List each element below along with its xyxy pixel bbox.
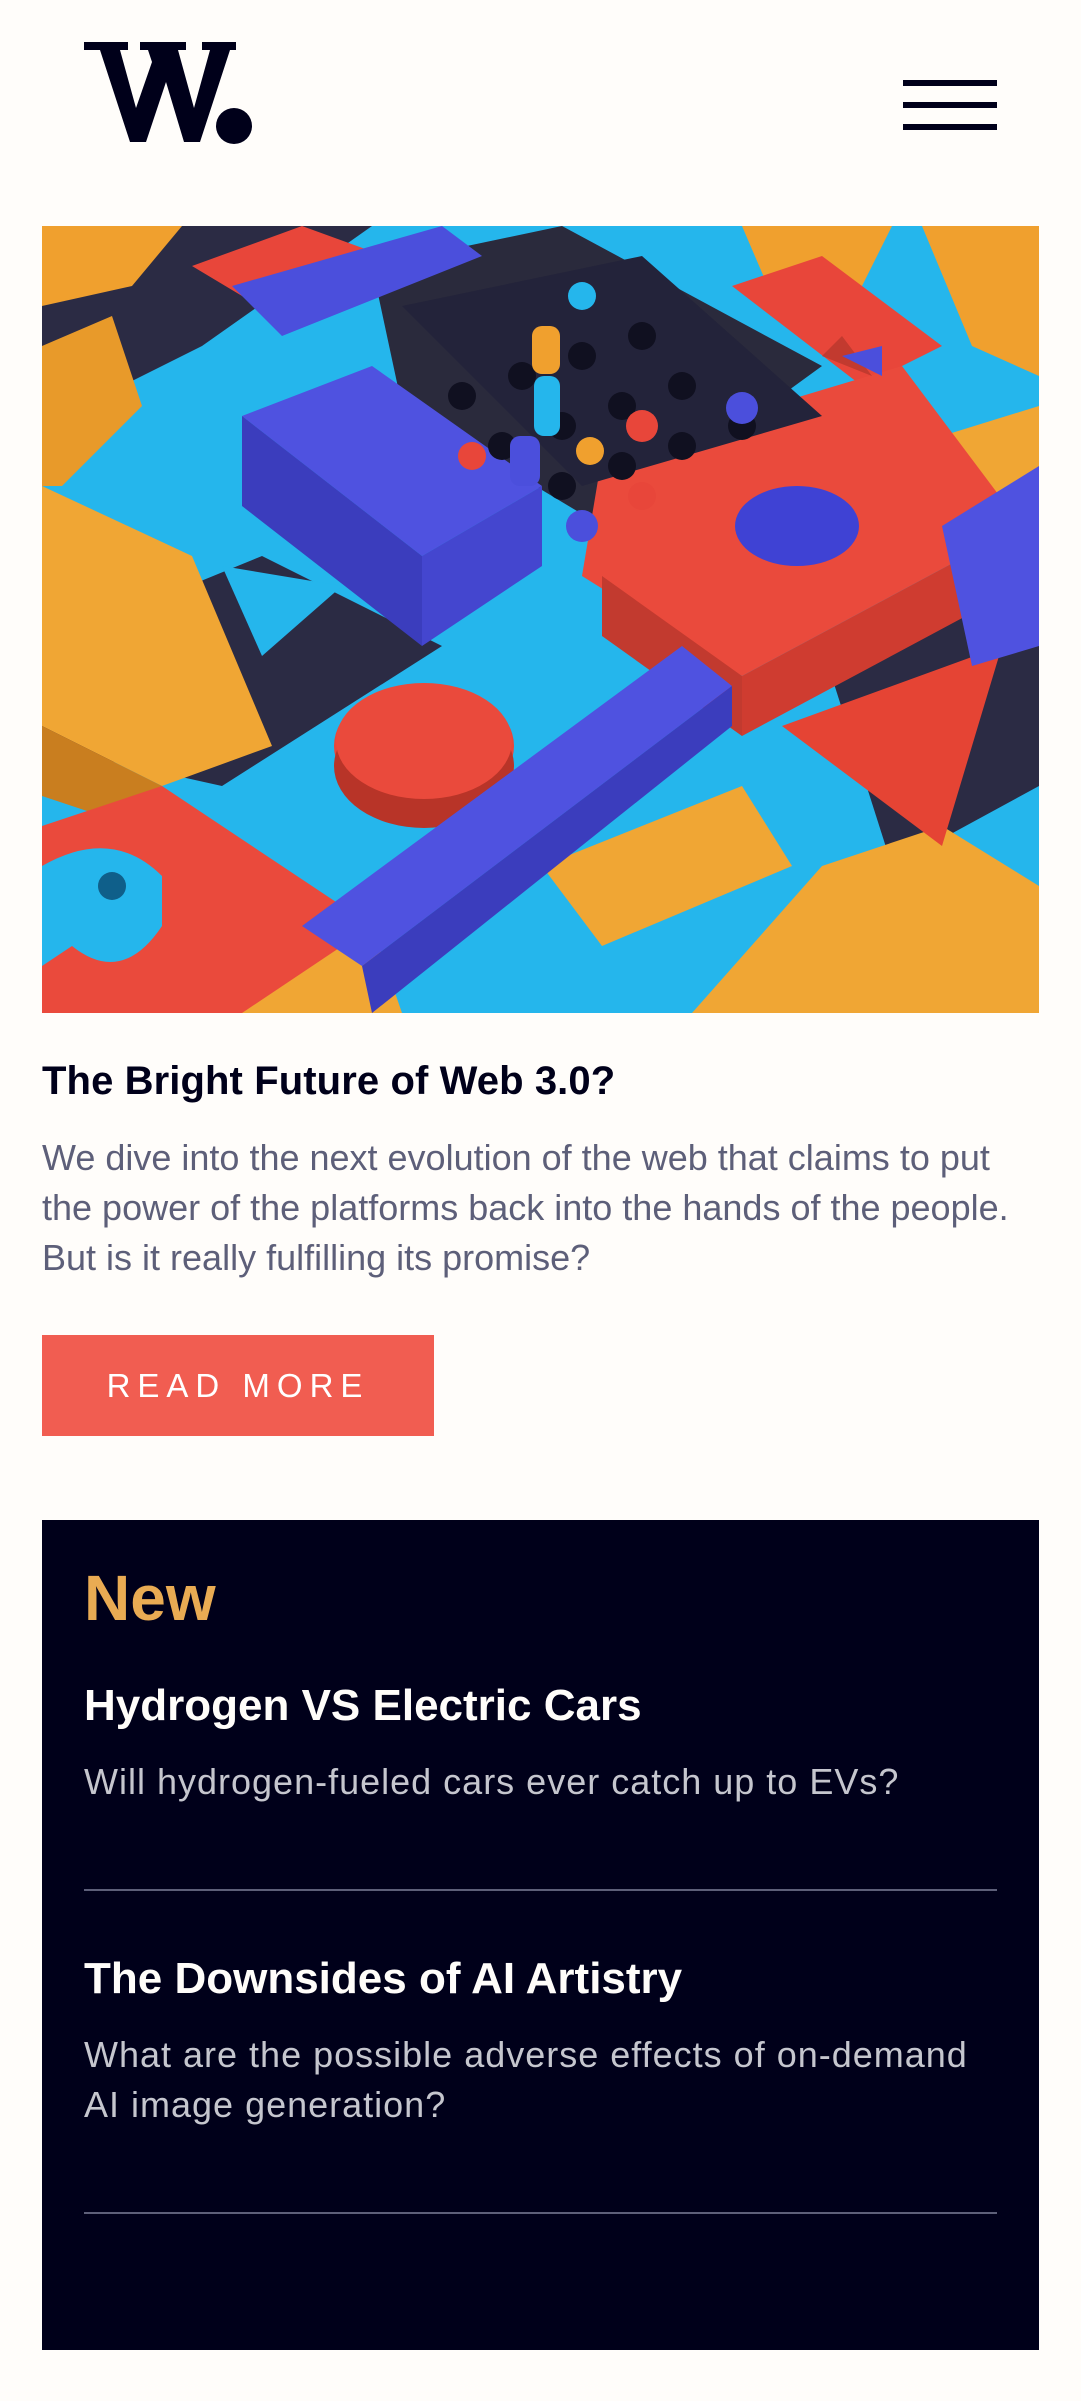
new-articles-list: Hydrogen VS Electric Cars Will hydrogen-… — [84, 1680, 997, 2214]
hamburger-menu-icon[interactable] — [903, 80, 997, 130]
new-article-text: What are the possible adverse effects of… — [84, 2033, 968, 2125]
new-article-title[interactable]: The Downsides of AI Artistry — [84, 1953, 997, 2006]
article-title[interactable]: The Bright Future of Web 3.0? — [42, 1057, 1039, 1105]
new-article-title[interactable]: Hydrogen VS Electric Cars — [84, 1680, 997, 1733]
read-more-button[interactable]: READ MORE — [42, 1335, 434, 1436]
page: The Bright Future of Web 3.0? We dive in… — [0, 0, 1081, 2401]
site-logo[interactable] — [84, 38, 254, 148]
site-header — [42, 0, 1039, 226]
abstract-3d-shapes-image — [42, 226, 1039, 1013]
hero-image — [42, 226, 1039, 1013]
new-section-heading: New — [84, 1562, 216, 1634]
new-article-item[interactable]: Hydrogen VS Electric Cars Will hydrogen-… — [84, 1680, 997, 1891]
menu-bar — [903, 102, 997, 108]
new-article-item[interactable]: The Downsides of AI Artistry What are th… — [84, 1891, 997, 2214]
article-summary: We dive into the next evolution of the w… — [42, 1137, 1009, 1278]
new-articles-panel: New Hydrogen VS Electric Cars Will hydro… — [42, 1520, 1039, 2350]
menu-bar — [903, 80, 997, 86]
new-article-text: Will hydrogen-fueled cars ever catch up … — [84, 1760, 900, 1802]
menu-bar — [903, 124, 997, 130]
